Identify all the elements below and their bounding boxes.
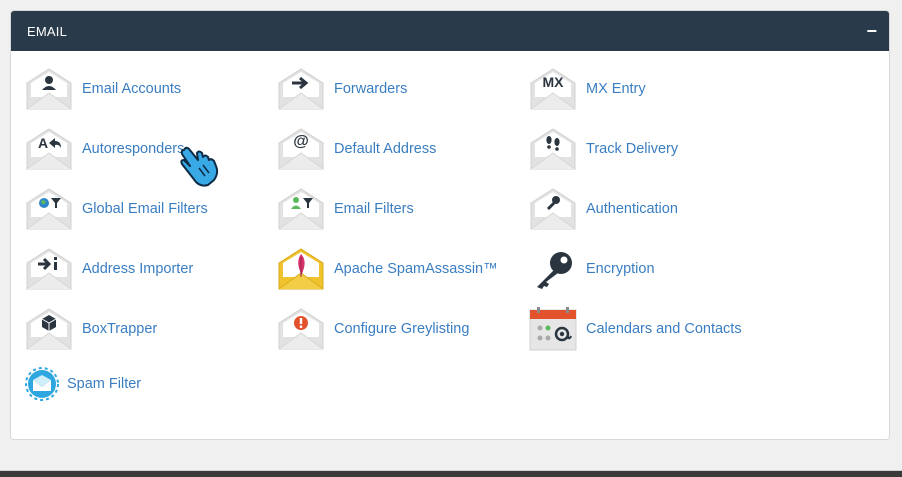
item-label: Authentication: [586, 201, 678, 217]
mx-entry-link[interactable]: MX MX Entry: [529, 64, 646, 114]
panel-header: EMAIL −: [11, 11, 889, 51]
email-panel: EMAIL − Email Accounts Forwarders MX MX …: [10, 10, 890, 440]
apache-spamassassin-link[interactable]: Apache SpamAssassin™: [277, 244, 498, 294]
hand-pointer-cursor: [180, 146, 219, 187]
a-glyph: A: [37, 135, 49, 151]
autoresponders-link[interactable]: A Autoresponders: [25, 124, 184, 174]
feather-envelope-icon: [277, 247, 325, 291]
collapse-button[interactable]: −: [866, 22, 877, 40]
item-label: Spam Filter: [67, 376, 142, 392]
item-label: Email Accounts: [82, 81, 182, 97]
globe-filter-envelope-icon: [25, 187, 73, 231]
import-envelope-icon: [25, 247, 73, 291]
item-label: Autoresponders: [82, 141, 185, 157]
item-label: Address Importer: [82, 261, 194, 277]
email-filters-link[interactable]: Email Filters: [277, 184, 414, 234]
item-label: Calendars and Contacts: [586, 321, 742, 337]
key-envelope-icon: [529, 187, 577, 231]
email-accounts-link[interactable]: Email Accounts: [25, 64, 181, 114]
key-icon: [529, 247, 577, 291]
item-label: MX Entry: [586, 81, 646, 97]
encryption-link[interactable]: Encryption: [529, 244, 655, 294]
panel-title: EMAIL: [27, 23, 68, 39]
boxtrapper-link[interactable]: BoxTrapper: [25, 304, 157, 354]
mx-glyph: MX: [542, 74, 564, 90]
at-envelope-icon: @: [277, 127, 325, 171]
spam-filter-link[interactable]: Spam Filter: [25, 359, 141, 409]
item-label: Encryption: [586, 261, 655, 277]
arrow-right-envelope-icon: [277, 67, 325, 111]
forwarders-link[interactable]: Forwarders: [277, 64, 407, 114]
footprints-envelope-icon: [529, 127, 577, 171]
item-label: Configure Greylisting: [334, 321, 470, 337]
item-label: Apache SpamAssassin™: [334, 261, 498, 277]
mx-envelope-icon: MX: [529, 67, 577, 111]
reply-envelope-icon: A: [25, 127, 73, 171]
alert-envelope-icon: [277, 307, 325, 351]
default-address-link[interactable]: @ Default Address: [277, 124, 436, 174]
configure-greylisting-link[interactable]: Configure Greylisting: [277, 304, 469, 354]
item-label: Forwarders: [334, 81, 408, 97]
calendar-icon: [529, 307, 577, 351]
item-label: Default Address: [334, 141, 437, 157]
global-email-filters-link[interactable]: Global Email Filters: [25, 184, 208, 234]
user-envelope-icon: [25, 67, 73, 111]
item-label: Email Filters: [334, 201, 414, 217]
item-label: Global Email Filters: [82, 201, 208, 217]
authentication-link[interactable]: Authentication: [529, 184, 678, 234]
user-filter-envelope-icon: [277, 187, 325, 231]
at-glyph: @: [293, 133, 309, 150]
box-envelope-icon: [25, 307, 73, 351]
address-importer-link[interactable]: Address Importer: [25, 244, 193, 294]
item-label: Track Delivery: [586, 141, 679, 157]
spam-filter-icon: [25, 362, 59, 406]
calendars-and-contacts-link[interactable]: Calendars and Contacts: [529, 304, 742, 354]
item-label: BoxTrapper: [82, 321, 158, 337]
track-delivery-link[interactable]: Track Delivery: [529, 124, 678, 174]
